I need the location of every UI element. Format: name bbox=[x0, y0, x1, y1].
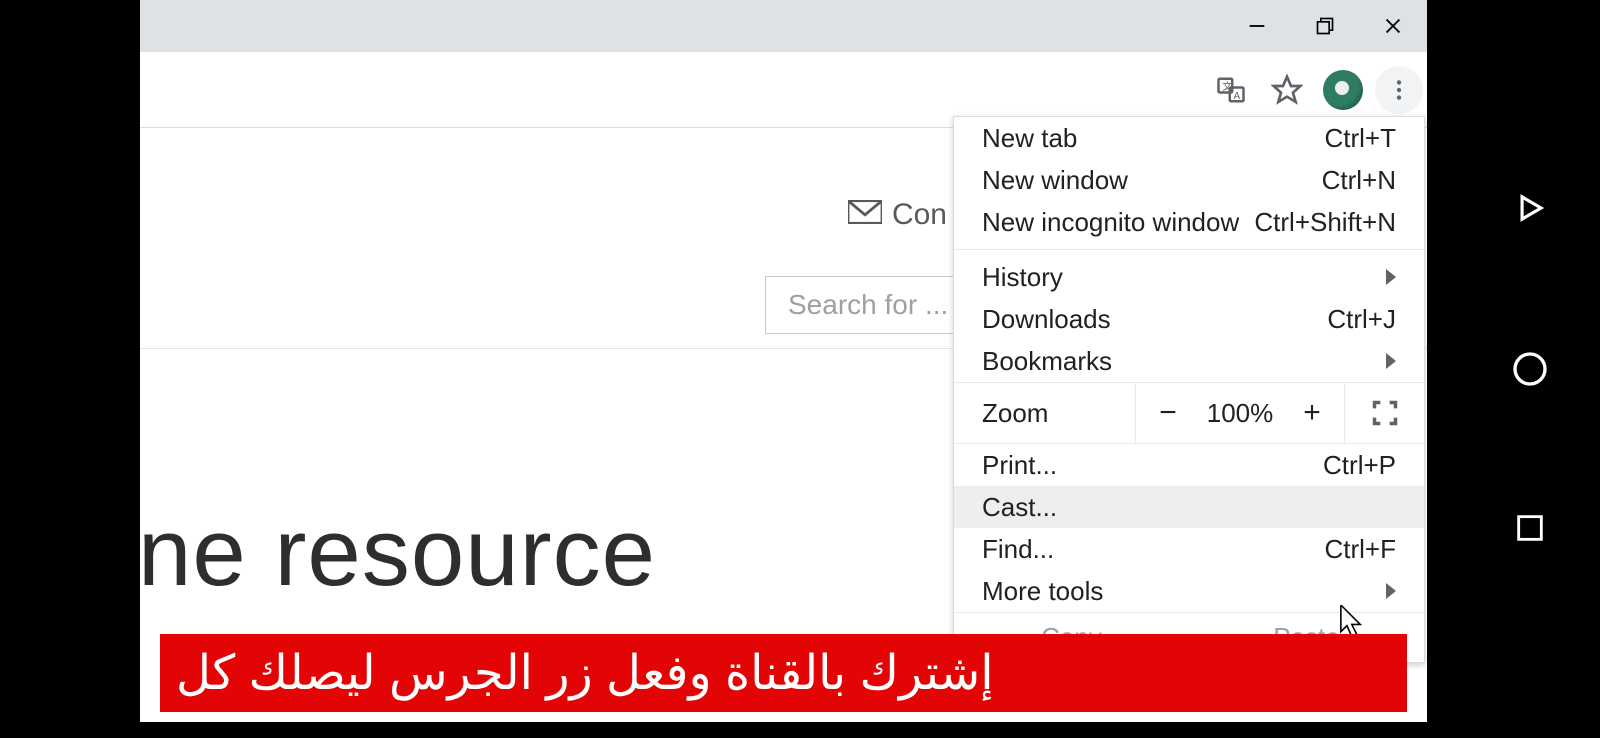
contact-link[interactable]: Con bbox=[848, 198, 947, 232]
chevron-right-icon bbox=[1386, 269, 1396, 285]
translate-icon[interactable]: 文 A bbox=[1207, 66, 1255, 114]
menu-label: New tab bbox=[982, 123, 1077, 154]
chevron-right-icon bbox=[1386, 583, 1396, 599]
menu-label: New incognito window bbox=[982, 207, 1239, 238]
menu-separator bbox=[954, 249, 1424, 250]
browser-window: 文 A Con ne resource New tab Ctrl+T bbox=[140, 0, 1427, 722]
menu-label: Find... bbox=[982, 534, 1054, 565]
menu-item-new-window[interactable]: New window Ctrl+N bbox=[954, 159, 1424, 201]
page-heading-fragment: ne resource bbox=[138, 498, 656, 608]
menu-label: Print... bbox=[982, 450, 1057, 481]
close-button[interactable] bbox=[1359, 0, 1427, 52]
menu-label: Cast... bbox=[982, 492, 1057, 523]
menu-label: New window bbox=[982, 165, 1128, 196]
kebab-menu-button[interactable] bbox=[1375, 66, 1423, 114]
minimize-button[interactable] bbox=[1223, 0, 1291, 52]
menu-shortcut: Ctrl+F bbox=[1325, 534, 1397, 565]
menu-item-new-incognito[interactable]: New incognito window Ctrl+Shift+N bbox=[954, 201, 1424, 243]
menu-item-print[interactable]: Print... Ctrl+P bbox=[954, 444, 1424, 486]
menu-item-cast[interactable]: Cast... bbox=[954, 486, 1424, 528]
menu-shortcut: Ctrl+Shift+N bbox=[1254, 207, 1396, 238]
zoom-label: Zoom bbox=[954, 383, 1136, 443]
android-recent-button[interactable] bbox=[1513, 511, 1547, 550]
browser-main-menu: New tab Ctrl+T New window Ctrl+N New inc… bbox=[953, 116, 1425, 663]
menu-shortcut: Ctrl+T bbox=[1325, 123, 1397, 154]
menu-label: Bookmarks bbox=[982, 346, 1112, 377]
zoom-out-button[interactable]: − bbox=[1136, 383, 1200, 443]
zoom-value: 100% bbox=[1200, 383, 1280, 443]
menu-item-new-tab[interactable]: New tab Ctrl+T bbox=[954, 117, 1424, 159]
chevron-right-icon bbox=[1386, 353, 1396, 369]
menu-label: Downloads bbox=[982, 304, 1111, 335]
profile-avatar[interactable] bbox=[1319, 66, 1367, 114]
fullscreen-button[interactable] bbox=[1344, 383, 1424, 443]
maximize-button[interactable] bbox=[1291, 0, 1359, 52]
subscribe-ticker: إشترك بالقناة وفعل زر الجرس ليصلك كل bbox=[160, 634, 1407, 712]
menu-shortcut: Ctrl+P bbox=[1323, 450, 1396, 481]
menu-shortcut: Ctrl+J bbox=[1327, 304, 1396, 335]
menu-item-history[interactable]: History bbox=[954, 256, 1424, 298]
menu-label: History bbox=[982, 262, 1063, 293]
android-back-button[interactable] bbox=[1511, 189, 1549, 232]
android-home-button[interactable] bbox=[1510, 349, 1550, 394]
contact-label: Con bbox=[892, 198, 947, 232]
ticker-text: إشترك بالقناة وفعل زر الجرس ليصلك كل bbox=[176, 645, 994, 701]
menu-label: More tools bbox=[982, 576, 1103, 607]
menu-zoom-row: Zoom − 100% + bbox=[954, 382, 1424, 444]
bookmark-star-icon[interactable] bbox=[1263, 66, 1311, 114]
android-nav-bar bbox=[1460, 0, 1600, 738]
zoom-in-button[interactable]: + bbox=[1280, 383, 1344, 443]
svg-text:文: 文 bbox=[1222, 80, 1232, 93]
svg-text:A: A bbox=[1234, 90, 1241, 101]
menu-item-more-tools[interactable]: More tools bbox=[954, 570, 1424, 612]
menu-item-downloads[interactable]: Downloads Ctrl+J bbox=[954, 298, 1424, 340]
envelope-icon bbox=[848, 198, 882, 232]
menu-item-find[interactable]: Find... Ctrl+F bbox=[954, 528, 1424, 570]
menu-shortcut: Ctrl+N bbox=[1322, 165, 1396, 196]
window-controls bbox=[1223, 0, 1427, 52]
menu-item-bookmarks[interactable]: Bookmarks bbox=[954, 340, 1424, 382]
